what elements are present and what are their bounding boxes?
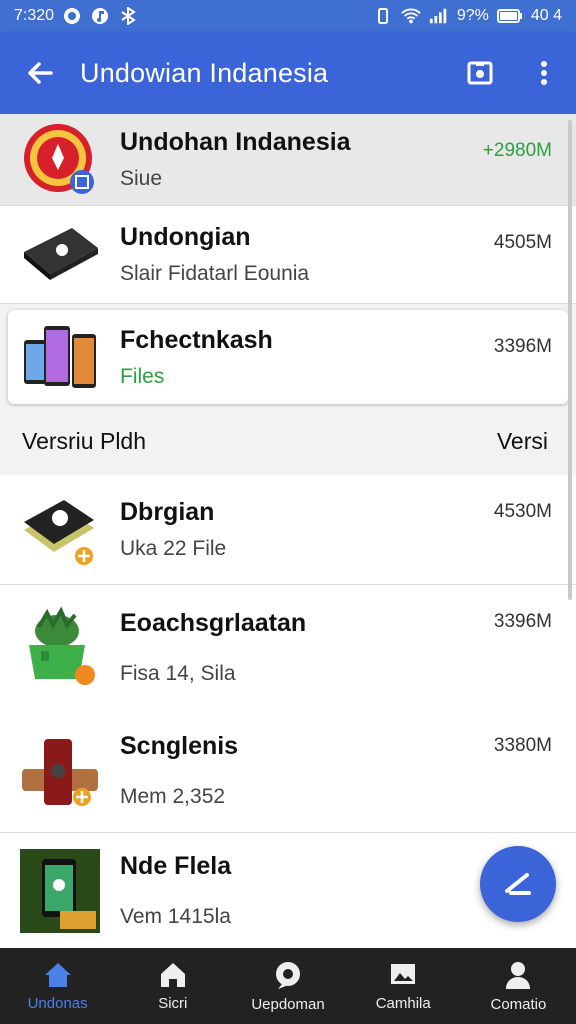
status-time: 7:320: [14, 7, 55, 24]
emblem-icon: [0, 114, 120, 205]
item-title: Scnglenis: [120, 732, 239, 760]
item-size: 3396M: [493, 611, 552, 632]
item-subtitle: Uka 22 File: [120, 537, 227, 560]
item-title: Undohan Indanesia: [120, 128, 351, 156]
item-size: +2980M: [482, 140, 552, 161]
more-vert-icon: [541, 61, 547, 85]
nav-item-comatio[interactable]: Comatio: [461, 948, 576, 1024]
battery-icon: [496, 6, 523, 26]
page-title: Undowian Indanesia: [80, 57, 329, 88]
nav-label: Camhila: [375, 994, 431, 1012]
phones-icon: [8, 310, 120, 404]
status-right-text: 40 4: [530, 7, 562, 24]
section-title: Versriu Pldh: [22, 427, 147, 454]
item-title: Undongian: [120, 223, 251, 251]
battery-percent: 9?%: [456, 7, 489, 24]
item-subtitle: Siue: [120, 167, 163, 190]
list-item[interactable]: Scnglenis Mem 2,352 3380M: [0, 709, 576, 833]
item-size: 3396M: [493, 336, 552, 357]
nav-item-sicri[interactable]: Sicri: [115, 948, 230, 1024]
edit-fab-button[interactable]: [480, 846, 556, 922]
more-options-button[interactable]: [512, 32, 576, 114]
nav-item-home[interactable]: Undonas: [0, 948, 115, 1024]
image-icon: [391, 963, 416, 984]
signal-icon: [429, 6, 449, 26]
section-header: Versriu Pldh Versi: [0, 407, 576, 475]
person-icon: [506, 961, 531, 989]
bluetooth-icon: [118, 6, 138, 26]
item-title: Nde Flela: [120, 852, 232, 880]
item-subtitle: Files: [120, 364, 165, 388]
section-right-label[interactable]: Versi: [497, 428, 548, 455]
item-title: Fchectnkash: [120, 325, 273, 354]
nav-label: Sicri: [158, 994, 188, 1012]
nav-label: Comatio: [490, 995, 547, 1013]
back-button[interactable]: [0, 32, 80, 114]
item-title: Eoachsgrlaatan: [120, 608, 307, 637]
item-size: 4530M: [493, 501, 552, 522]
list-item[interactable]: Undohan Indanesia Siue +2980M: [0, 114, 576, 206]
camera-icon: [467, 61, 493, 85]
nav-label: Undonas: [27, 994, 88, 1012]
camera-button[interactable]: [448, 32, 512, 114]
phone-photo-icon: [0, 833, 120, 948]
list-item[interactable]: Dbrgian Uka 22 File 4530M: [0, 475, 576, 585]
music-icon: [90, 6, 110, 26]
speaker-icon: [0, 709, 120, 832]
list-item[interactable]: Eoachsgrlaatan Fisa 14, Sila 3396M: [0, 585, 576, 709]
home-icon: [44, 962, 71, 987]
scrollbar[interactable]: [568, 120, 572, 600]
list-item[interactable]: Undongian Slair Fidatarl Eounia 4505M: [0, 206, 576, 304]
item-subtitle: Vem 1415la: [120, 905, 231, 928]
item-subtitle: Fisa 14, Sila: [120, 661, 236, 685]
edit-icon: [505, 873, 531, 895]
app-bar: Undowian Indanesia: [0, 32, 576, 114]
item-subtitle: Slair Fidatarl Eounia: [120, 262, 310, 285]
status-bar: 7:320 9?% 40 4: [0, 0, 576, 32]
item-size: 4505M: [493, 232, 552, 253]
chat-icon: [276, 961, 300, 989]
item-size: 3380M: [493, 735, 552, 756]
back-arrow-icon: [28, 62, 53, 84]
wifi-icon: [401, 6, 421, 26]
item-subtitle: Mem 2,352: [120, 785, 226, 808]
device-card-icon: [0, 206, 120, 303]
nav-item-camhila[interactable]: Camhila: [346, 948, 461, 1024]
record-icon: [62, 6, 82, 26]
nav-label: Uepdoman: [251, 995, 325, 1013]
item-title: Dbrgian: [120, 498, 215, 526]
list-item[interactable]: Fchectnkash Files 3396M: [8, 310, 568, 404]
vibrate-icon: [373, 6, 393, 26]
home-alt-icon: [160, 962, 185, 987]
bottom-navigation: Undonas Sicri Uepdoman Camhila Comatio: [0, 948, 576, 1024]
plant-pot-icon: [0, 585, 120, 709]
nav-item-uepdoman[interactable]: Uepdoman: [230, 948, 345, 1024]
book-stack-icon: [0, 475, 120, 584]
